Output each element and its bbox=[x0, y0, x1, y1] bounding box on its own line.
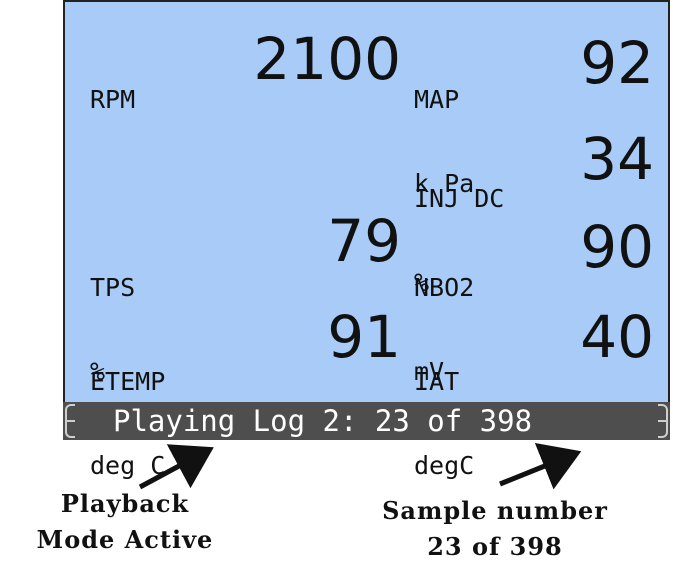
playback-caption-line1: Playback bbox=[60, 489, 190, 518]
sample-caption-line2: 23 of 398 bbox=[427, 532, 563, 561]
playback-caption: Playback Mode Active bbox=[0, 486, 250, 558]
playback-caption-line2: Mode Active bbox=[36, 525, 214, 554]
sample-arrow bbox=[499, 443, 582, 490]
playback-arrow bbox=[138, 444, 214, 490]
annotation-arrows bbox=[138, 443, 582, 490]
sample-caption-line1: Sample number bbox=[382, 496, 608, 525]
sample-caption: Sample number 23 of 398 bbox=[330, 493, 660, 565]
